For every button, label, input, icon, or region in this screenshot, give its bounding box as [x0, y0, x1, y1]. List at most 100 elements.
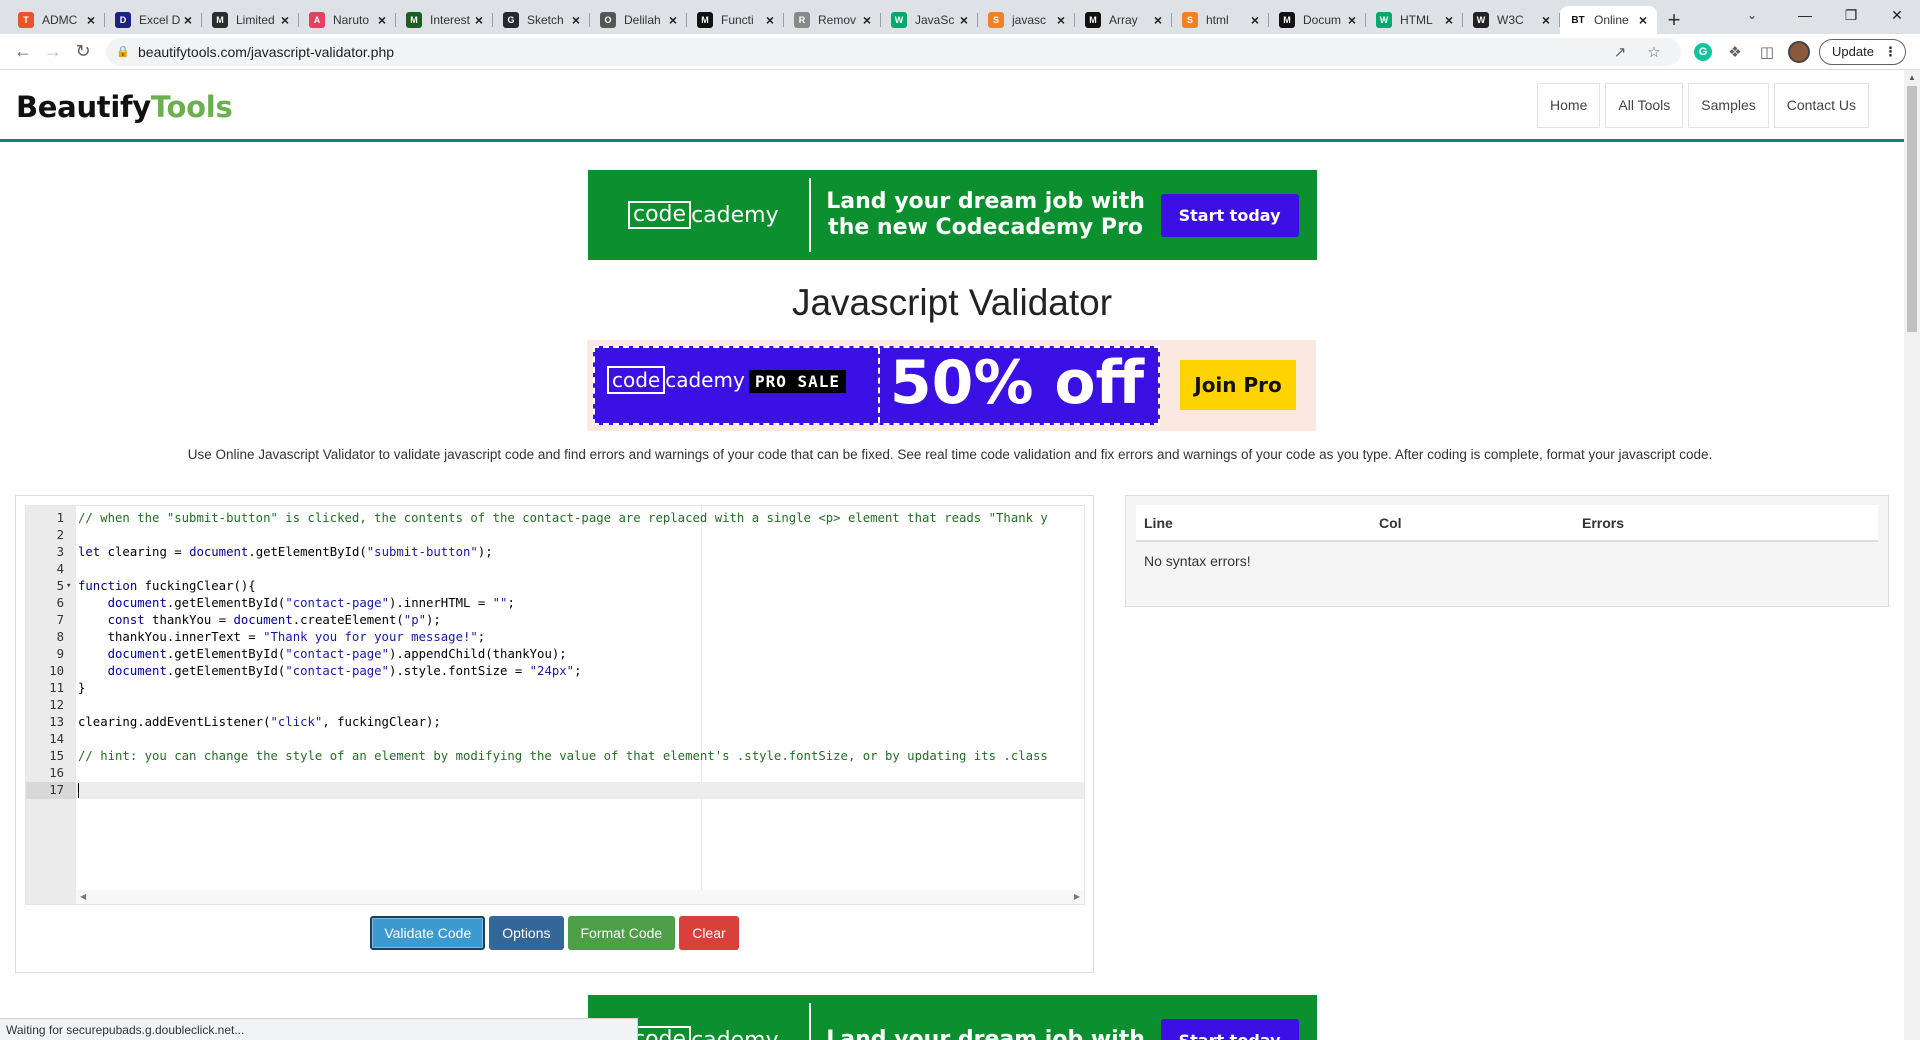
- code-line[interactable]: 8 thankYou.innerText = "Thank you for yo…: [26, 629, 1084, 646]
- scroll-left-icon[interactable]: ◀: [80, 892, 86, 901]
- tab-close-icon[interactable]: ×: [277, 12, 293, 28]
- browser-tab[interactable]: M Docum ×: [1269, 6, 1366, 34]
- code-lines[interactable]: 1 // when the "submit-button" is clicked,…: [26, 510, 1084, 799]
- share-icon[interactable]: ↗: [1603, 43, 1637, 61]
- tab-close-icon[interactable]: ×: [1150, 12, 1166, 28]
- code-line[interactable]: 17: [26, 782, 1084, 799]
- browser-tab[interactable]: W JavaSc ×: [881, 6, 978, 34]
- line-number: 14: [49, 732, 64, 746]
- validate-code-button[interactable]: Validate Code: [370, 916, 486, 950]
- code-line[interactable]: 12: [26, 697, 1084, 714]
- fold-toggle-icon[interactable]: ▾: [66, 578, 76, 595]
- nav-all-tools[interactable]: All Tools: [1605, 83, 1684, 128]
- browser-tab[interactable]: T ADMC ×: [8, 6, 105, 34]
- code-line[interactable]: 14: [26, 731, 1084, 748]
- browser-tab[interactable]: M Interest ×: [396, 6, 493, 34]
- code-editor[interactable]: 1 // when the "submit-button" is clicked,…: [25, 505, 1085, 905]
- browser-tab[interactable]: M Limited ×: [202, 6, 299, 34]
- tab-close-icon[interactable]: ×: [665, 12, 681, 28]
- tab-close-icon[interactable]: ×: [180, 12, 196, 28]
- update-button[interactable]: Update ⋮: [1819, 38, 1906, 65]
- browser-tab[interactable]: O Delilah ×: [590, 6, 687, 34]
- bookmark-star-icon[interactable]: ☆: [1637, 43, 1671, 61]
- grammarly-icon[interactable]: G: [1687, 37, 1719, 67]
- browser-tab[interactable]: A Naruto ×: [299, 6, 396, 34]
- ad-banner-sale[interactable]: code cademy PRO SALE 50% off Join Pro: [587, 340, 1316, 431]
- code-line[interactable]: 2: [26, 527, 1084, 544]
- tab-close-icon[interactable]: ×: [1538, 12, 1554, 28]
- ad-start-today-button[interactable]: Start today: [1160, 193, 1299, 237]
- profile-avatar[interactable]: [1783, 37, 1815, 67]
- browser-tab[interactable]: W HTML ×: [1366, 6, 1463, 34]
- tab-search-icon[interactable]: ⌄: [1732, 0, 1772, 30]
- tab-close-icon[interactable]: ×: [1247, 12, 1263, 28]
- code-line[interactable]: 11}: [26, 680, 1084, 697]
- code-line[interactable]: 1 // when the "submit-button" is clicked,…: [26, 510, 1084, 527]
- code-line[interactable]: 9 document.getElementById("contact-page"…: [26, 646, 1084, 663]
- code-line[interactable]: 7 const thankYou = document.createElemen…: [26, 612, 1084, 629]
- tab-title: ADMC: [42, 13, 78, 27]
- tab-close-icon[interactable]: ×: [568, 12, 584, 28]
- tab-close-icon[interactable]: ×: [1635, 12, 1651, 28]
- code-line[interactable]: 10 document.getElementById("contact-page…: [26, 663, 1084, 680]
- forward-icon[interactable]: →: [38, 37, 68, 67]
- browser-tab[interactable]: M Functi ×: [687, 6, 784, 34]
- nav-samples[interactable]: Samples: [1688, 83, 1769, 128]
- tab-close-icon[interactable]: ×: [83, 12, 99, 28]
- code-line[interactable]: 6 document.getElementById("contact-page"…: [26, 595, 1084, 612]
- tab-close-icon[interactable]: ×: [1053, 12, 1069, 28]
- ad-start-today-button[interactable]: Start today: [1160, 1018, 1299, 1040]
- extensions-puzzle-icon[interactable]: ❖: [1719, 37, 1751, 67]
- tab-close-icon[interactable]: ×: [859, 12, 875, 28]
- maximize-icon[interactable]: ❐: [1828, 0, 1874, 30]
- code-line[interactable]: 15 // hint: you can change the style of a…: [26, 748, 1084, 765]
- url-text[interactable]: beautifytools.com/javascript-validator.p…: [138, 44, 1603, 60]
- tab-close-icon[interactable]: ×: [1441, 12, 1457, 28]
- browser-tab[interactable]: G Sketch ×: [493, 6, 590, 34]
- page-scrollbar[interactable]: ▲: [1904, 70, 1920, 1040]
- clear-button[interactable]: Clear: [679, 916, 739, 950]
- scroll-right-icon[interactable]: ▶: [1074, 892, 1080, 901]
- options-button[interactable]: Options: [489, 916, 564, 950]
- reload-icon[interactable]: ↻: [68, 37, 98, 67]
- join-pro-button[interactable]: Join Pro: [1180, 360, 1296, 410]
- tab-close-icon[interactable]: ×: [956, 12, 972, 28]
- browser-tab[interactable]: Shtml ×: [1172, 6, 1269, 34]
- browser-tab[interactable]: M Array ×: [1075, 6, 1172, 34]
- horizontal-scrollbar[interactable]: ◀ ▶: [76, 890, 1084, 904]
- address-bar[interactable]: 🔒 beautifytools.com/javascript-validator…: [106, 37, 1681, 66]
- back-icon[interactable]: ←: [8, 37, 38, 67]
- browser-tab[interactable]: Sjavasc ×: [978, 6, 1075, 34]
- tab-close-icon[interactable]: ×: [762, 12, 778, 28]
- format-code-button[interactable]: Format Code: [567, 916, 676, 950]
- nav-contact-us[interactable]: Contact Us: [1773, 83, 1869, 128]
- tab-close-icon[interactable]: ×: [471, 12, 487, 28]
- tab-close-icon[interactable]: ×: [1344, 12, 1360, 28]
- browser-tab[interactable]: R Remov ×: [784, 6, 881, 34]
- tab-close-icon[interactable]: ×: [374, 12, 390, 28]
- ad-banner-top[interactable]: code cademy Land your dream job with the …: [588, 170, 1317, 260]
- nav-home[interactable]: Home: [1537, 83, 1601, 128]
- code-line[interactable]: 16: [26, 765, 1084, 782]
- code-line[interactable]: 13 clearing.addEventListener("click", fuc…: [26, 714, 1084, 731]
- side-panel-icon[interactable]: ◫: [1751, 37, 1783, 67]
- ad-message: Land your dream job with the new Codecad…: [826, 189, 1145, 240]
- tab-title: Naruto: [333, 13, 370, 27]
- scroll-up-icon[interactable]: ▲: [1904, 70, 1920, 86]
- extension-area: G ❖ ◫: [1687, 37, 1815, 67]
- close-window-icon[interactable]: ✕: [1874, 0, 1920, 30]
- results-panel: Line Col Errors No syntax errors!: [1125, 495, 1889, 607]
- browser-tab[interactable]: W W3C ×: [1463, 6, 1560, 34]
- code-line[interactable]: 3 let clearing = document.getElementById(…: [26, 544, 1084, 561]
- browser-tab[interactable]: D Excel Dri×: [105, 6, 202, 34]
- site-logo[interactable]: BeautifyTools: [16, 90, 233, 124]
- ad-banner-bottom[interactable]: code cademy Land your dream job with Star…: [588, 995, 1317, 1040]
- scrollbar-thumb[interactable]: [1907, 86, 1917, 332]
- code-line[interactable]: 4: [26, 561, 1084, 578]
- new-tab-button[interactable]: +: [1657, 6, 1691, 34]
- browser-tab[interactable]: BT Online ×: [1560, 6, 1657, 34]
- code-text: const thankYou = document.createElement(…: [107, 613, 441, 627]
- tab-title: Online: [1594, 13, 1629, 27]
- minimize-icon[interactable]: —: [1782, 0, 1828, 30]
- code-line[interactable]: 5 ▾ function fuckingClear(){: [26, 578, 1084, 595]
